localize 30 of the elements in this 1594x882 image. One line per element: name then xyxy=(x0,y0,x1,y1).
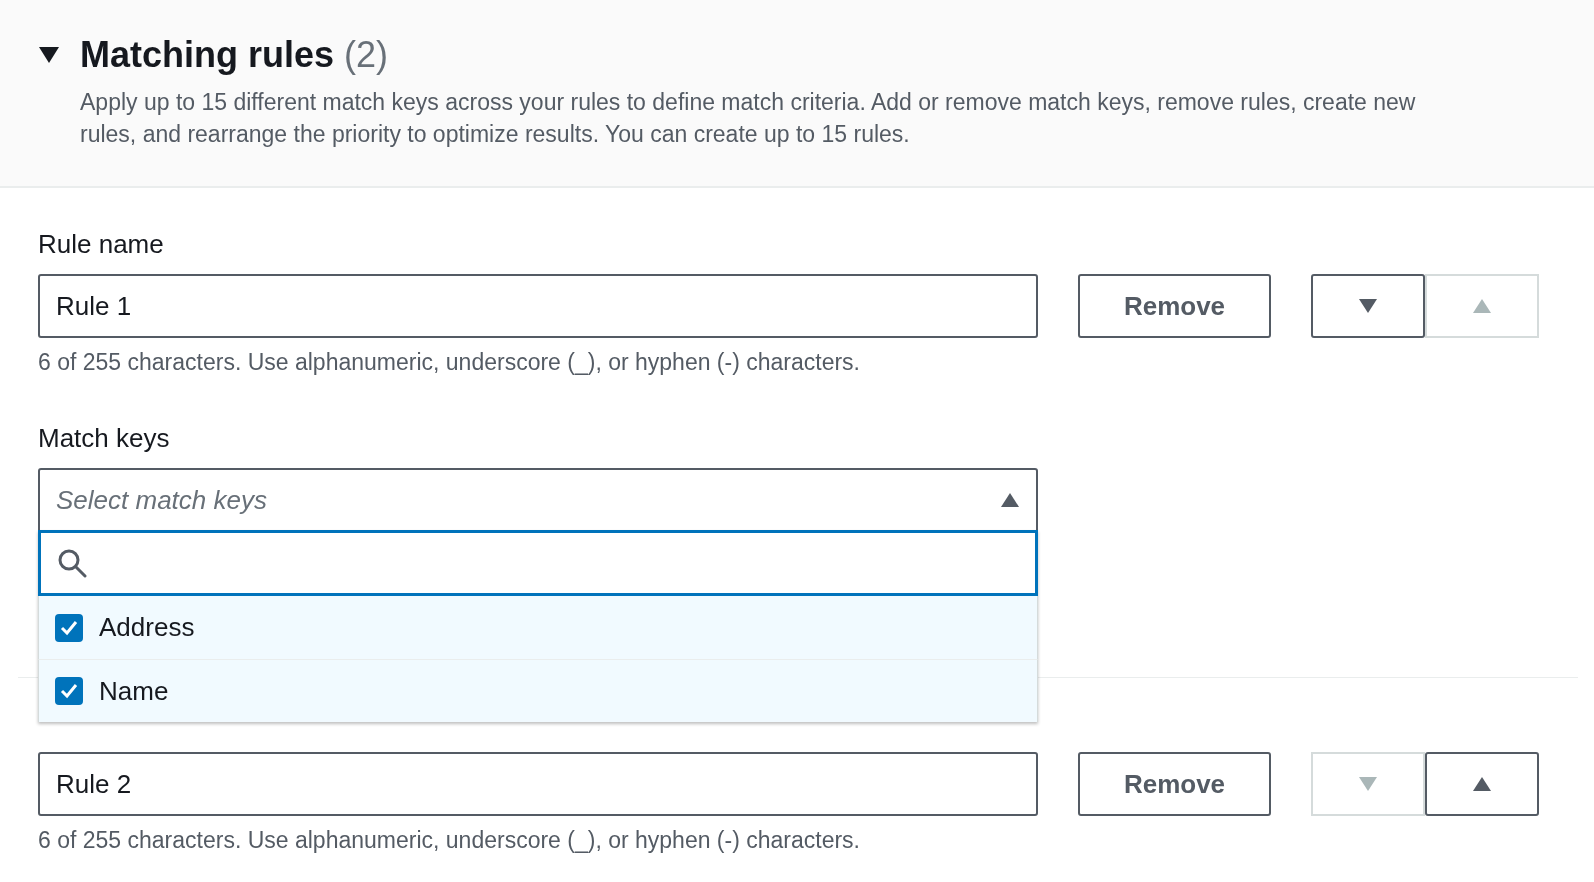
rule-count: (2) xyxy=(344,33,389,77)
up-triangle-icon xyxy=(1472,298,1492,314)
option-label: Name xyxy=(99,674,169,708)
match-keys-select[interactable]: Select match keys xyxy=(38,468,1038,532)
field-label: Match keys xyxy=(38,422,171,454)
helper-text: 6 of 255 characters. Use alphanumeric, underscore (_), or hyphen (-) characters. xyxy=(38,348,861,376)
section-description: Apply up to 15 different match keys across your rules to define match criteria. Add or remove match keys, remove rules, create new rules, and rearrange the priority to optimize results. You can create up to 15 rules. xyxy=(80,88,1417,149)
match-key-option[interactable]: Address xyxy=(38,596,1038,659)
up-triangle-icon xyxy=(1000,492,1020,508)
move-down-button[interactable] xyxy=(1311,274,1425,338)
search-icon xyxy=(57,548,87,578)
up-triangle-icon xyxy=(1472,776,1492,792)
collapse-triangle-icon[interactable] xyxy=(38,46,60,64)
move-up-button[interactable] xyxy=(1425,752,1539,816)
rule-name-field[interactable]: Rule 1 xyxy=(38,274,1038,338)
rule-name-field[interactable]: Rule 2 xyxy=(38,752,1038,816)
checkbox[interactable] xyxy=(55,613,83,642)
search-field[interactable] xyxy=(38,530,1038,596)
check-icon xyxy=(60,619,78,636)
check-icon xyxy=(60,683,78,699)
down-triangle-icon xyxy=(1358,776,1378,792)
field-label: Rule name xyxy=(38,228,165,260)
option-label: Address xyxy=(99,611,195,644)
checkbox[interactable] xyxy=(55,677,83,705)
section-title: Matching rules xyxy=(80,33,335,77)
down-triangle-icon xyxy=(1358,298,1378,314)
match-key-option[interactable]: Name xyxy=(38,659,1038,722)
remove-button[interactable]: Remove xyxy=(1078,274,1271,338)
helper-text: 6 of 255 characters. Use alphanumeric, underscore (_), or hyphen (-) characters. xyxy=(38,826,861,854)
remove-button[interactable]: Remove xyxy=(1078,752,1271,816)
